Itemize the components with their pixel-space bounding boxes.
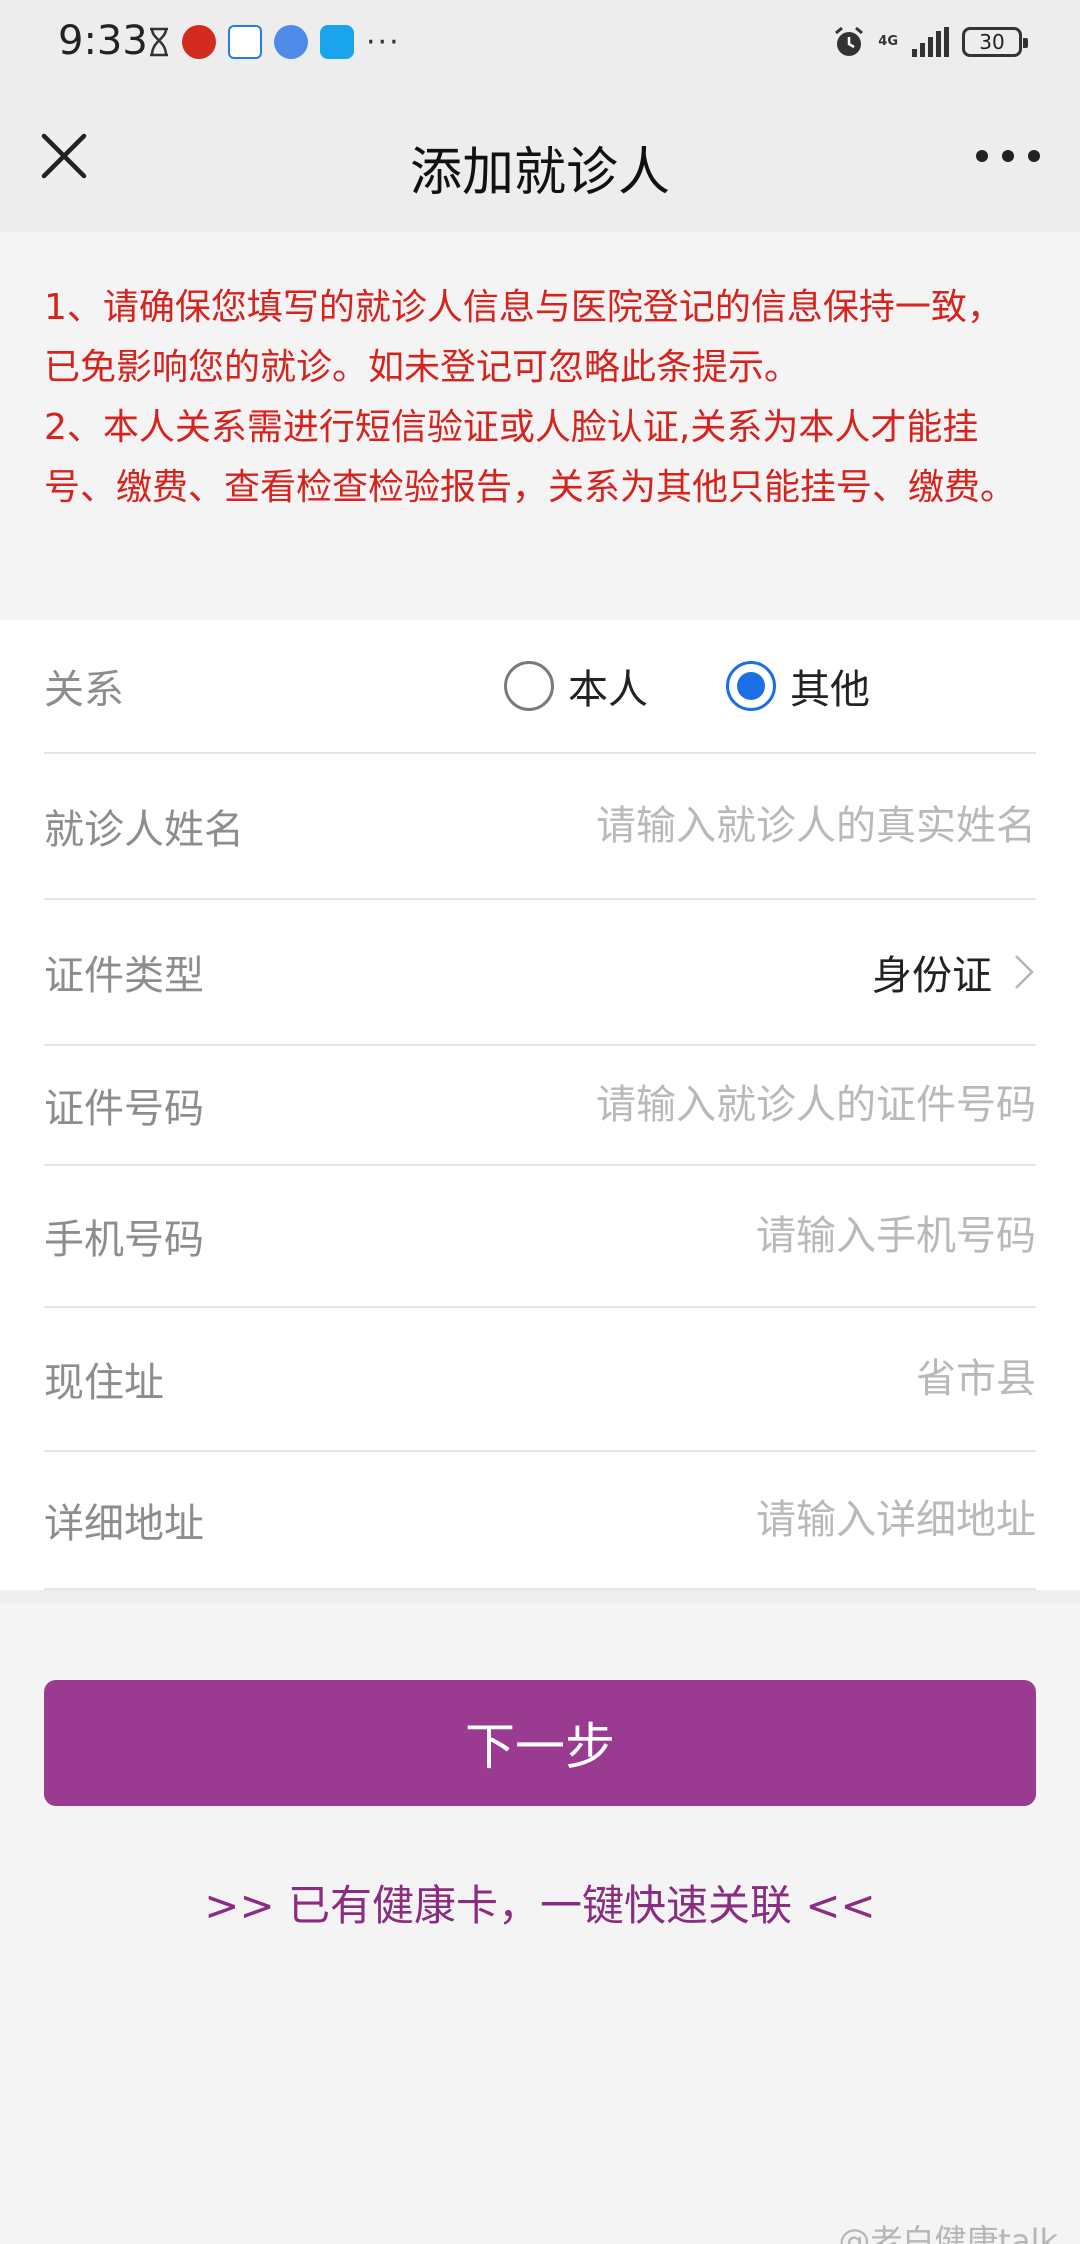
- detail-address-input[interactable]: [436, 1497, 1036, 1543]
- search-app-icon: [320, 25, 354, 59]
- radio-unchecked-icon[interactable]: [504, 661, 554, 711]
- detail-address-label: 详细地址: [44, 1501, 204, 1547]
- alarm-icon: [835, 26, 864, 56]
- relation-radio-group: 本人 其他: [504, 620, 870, 752]
- chevron-right-icon: [1015, 955, 1034, 989]
- hourglass-icon: [150, 27, 168, 57]
- shield-icon: [228, 25, 262, 59]
- id-type-value: 身份证: [872, 953, 992, 999]
- phone-label: 手机号码: [44, 1217, 204, 1263]
- more-notifications-icon: ···: [366, 24, 401, 60]
- nav-bar: 添加就诊人: [0, 82, 1080, 232]
- signal-icon: [912, 27, 949, 57]
- radio-checked-icon[interactable]: [726, 661, 776, 711]
- name-input[interactable]: [436, 803, 1036, 849]
- relation-option-other[interactable]: 其他: [726, 657, 870, 715]
- relation-option-other-label: 其他: [790, 667, 870, 713]
- next-step-button[interactable]: 下一步: [44, 1680, 1036, 1806]
- link-health-card[interactable]: >> 已有健康卡，一键快速关联 <<: [0, 1872, 1080, 1933]
- relation-option-self-label: 本人: [568, 667, 648, 713]
- status-time: 9:33: [58, 18, 148, 64]
- relation-label: 关系: [44, 667, 124, 713]
- app-icon-globe: [274, 25, 308, 59]
- section-divider: [0, 1590, 1080, 1604]
- id-number-row: 证件号码: [44, 1046, 1036, 1166]
- phone-input[interactable]: [436, 1213, 1036, 1259]
- address-label: 现住址: [44, 1360, 164, 1406]
- address-picker[interactable]: [436, 1356, 1036, 1402]
- id-number-input[interactable]: [436, 1082, 1036, 1128]
- detail-address-row: 详细地址: [44, 1452, 1036, 1590]
- id-type-row[interactable]: 证件类型 身份证: [44, 900, 1036, 1046]
- relation-row: 关系 本人 其他: [44, 620, 1036, 754]
- name-row: 就诊人姓名: [44, 754, 1036, 900]
- address-row[interactable]: 现住址: [44, 1308, 1036, 1452]
- id-type-label: 证件类型: [44, 953, 204, 999]
- system-icons: 4G 30: [832, 22, 1028, 62]
- status-bar: 9:33 ··· 4G 30: [0, 0, 1080, 82]
- app-icon-red: [182, 25, 216, 59]
- notice-line-1: 1、请确保您填写的就诊人信息与医院登记的信息保持一致，已免影响您的就诊。如未登记…: [44, 287, 1003, 388]
- page-title: 添加就诊人: [409, 143, 670, 203]
- phone-row: 手机号码: [44, 1166, 1036, 1308]
- network-type: 4G: [878, 34, 898, 49]
- watermark: @老白健康talk: [838, 2222, 1058, 2244]
- relation-option-self[interactable]: 本人: [504, 657, 648, 715]
- id-type-select[interactable]: 身份证: [872, 943, 1036, 1001]
- notice-line-2: 2、本人关系需进行短信验证或人脸认证,关系为本人才能挂号、缴费、查看检查检验报告…: [44, 407, 1017, 508]
- id-number-label: 证件号码: [44, 1086, 204, 1132]
- name-label: 就诊人姓名: [44, 807, 244, 853]
- more-icon[interactable]: [970, 126, 1046, 186]
- patient-form: 关系 本人 其他 就诊人姓名 证件类型 身份证 证件号码 手机号码: [0, 620, 1080, 1590]
- notice-panel: 1、请确保您填写的就诊人信息与医院登记的信息保持一致，已免影响您的就诊。如未登记…: [0, 232, 1080, 620]
- battery-icon: 30: [962, 27, 1028, 57]
- notification-icons: ···: [148, 22, 401, 62]
